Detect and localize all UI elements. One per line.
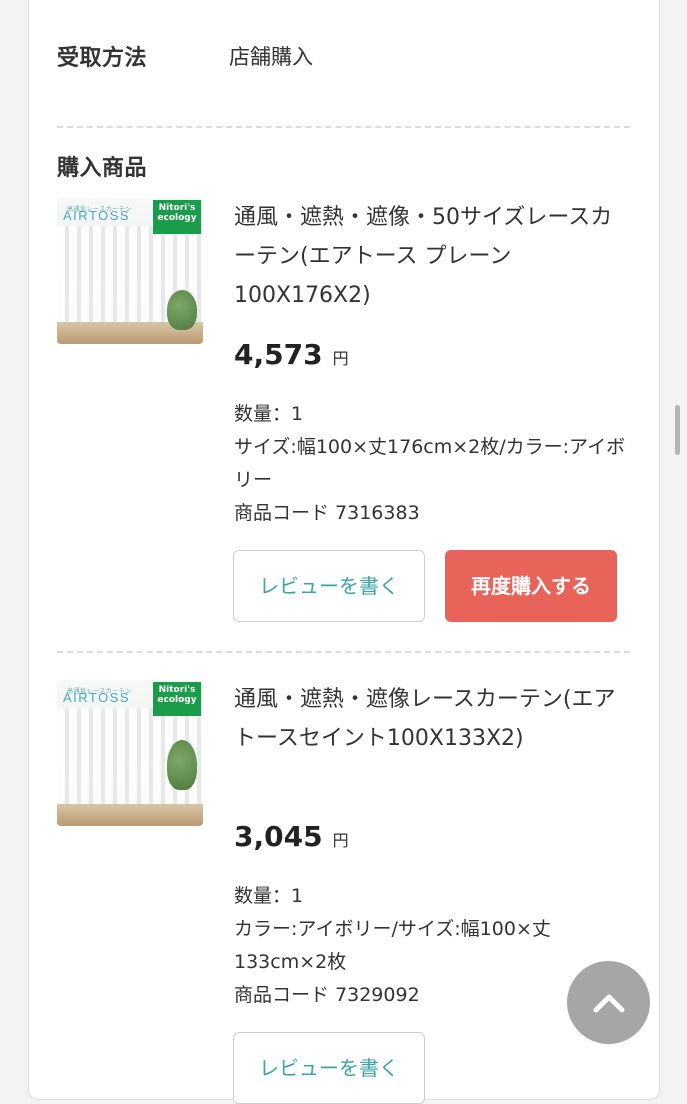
receive-method-value: 店舗購入 xyxy=(229,45,313,69)
scrollbar[interactable] xyxy=(675,405,680,455)
write-review-button[interactable]: レビューを書く xyxy=(233,550,425,622)
receive-method-label: 受取方法 xyxy=(57,46,148,71)
floor-image xyxy=(57,804,203,826)
section-title: 購入商品 xyxy=(57,156,148,181)
plant-image xyxy=(167,740,197,790)
price-currency: 円 xyxy=(332,831,349,850)
write-review-button[interactable]: レビューを書く xyxy=(233,1032,425,1104)
ecology-badge: Nitori's ecology xyxy=(153,682,201,716)
receive-method-row: 受取方法 店舗購入 xyxy=(57,38,637,74)
divider xyxy=(57,126,630,128)
product-image[interactable]: 高通気レースカーテン AIRTOSS Nitori's ecology xyxy=(57,680,203,826)
spec-text: サイズ:幅100×丈176cm×2枚/カラー:アイボリー xyxy=(234,436,626,491)
price-value: 4,573 xyxy=(234,338,323,371)
brand-logo: AIRTOSS xyxy=(63,208,131,223)
product-image[interactable]: 高通気レースカーテン AIRTOSS Nitori's ecology xyxy=(57,198,203,344)
product-title[interactable]: 通風・遮熱・遮像・50サイズレースカーテン(エアトース プレーン100X176X… xyxy=(234,198,634,315)
divider xyxy=(57,651,630,653)
list-item: 高通気レースカーテン AIRTOSS Nitori's ecology 通風・遮… xyxy=(57,198,630,628)
product-price: 4,573 円 xyxy=(234,338,349,371)
product-title[interactable]: 通風・遮熱・遮像レースカーテン(エアトースセイント100X133X2) xyxy=(234,680,634,758)
product-code-text: 商品コード 7316383 xyxy=(234,502,420,524)
quantity-text: 数量：1 xyxy=(234,885,304,907)
chevron-up-icon xyxy=(593,994,624,1012)
plant-image xyxy=(167,290,197,330)
spec-text: カラー:アイボリー/サイズ:幅100×丈133cm×2枚 xyxy=(234,918,551,973)
rebuy-button[interactable]: 再度購入する xyxy=(445,550,617,622)
product-price: 3,045 円 xyxy=(234,820,349,853)
product-details: 数量：1 サイズ:幅100×丈176cm×2枚/カラー:アイボリー 商品コード … xyxy=(234,398,634,530)
brand-logo: AIRTOSS xyxy=(63,690,131,705)
list-item: 高通気レースカーテン AIRTOSS Nitori's ecology 通風・遮… xyxy=(57,680,630,1104)
price-currency: 円 xyxy=(332,349,349,368)
price-value: 3,045 xyxy=(234,820,323,853)
scroll-to-top-button[interactable] xyxy=(567,961,650,1044)
quantity-text: 数量：1 xyxy=(234,403,304,425)
ecology-badge: Nitori's ecology xyxy=(153,200,201,234)
